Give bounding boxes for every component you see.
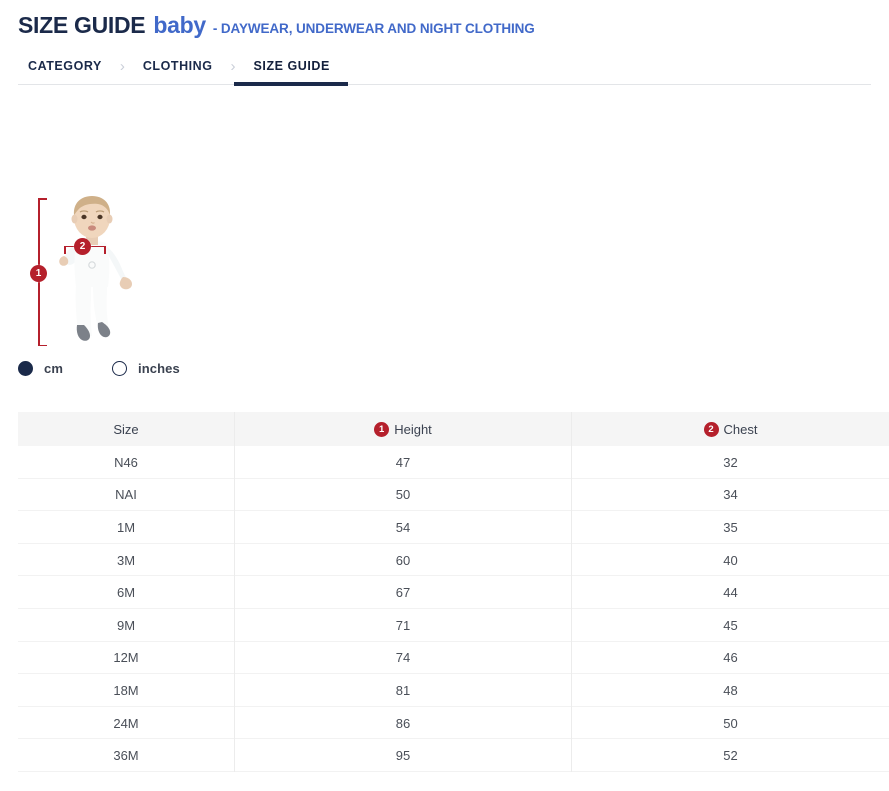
size-cell: 24M [18,707,235,740]
page-title-brand: baby [153,12,205,39]
size-guide-page: SIZE GUIDE baby - DAYWEAR, UNDERWEAR AND… [0,0,889,791]
breadcrumb-item-size-guide[interactable]: SIZE GUIDE [244,50,340,82]
height-cell: 67 [235,576,572,609]
size-cell: NAI [18,479,235,512]
chest-cell: 34 [572,479,889,512]
height-cell: 74 [235,642,572,675]
active-tab-indicator [234,82,348,86]
height-cell: 86 [235,707,572,740]
unit-label-inches: inches [138,361,180,376]
unit-option-cm[interactable]: cm [18,361,63,376]
size-cell: N46 [18,446,235,479]
unit-option-inches[interactable]: inches [112,361,180,376]
chest-cell: 32 [572,446,889,479]
table-row: NAI5034 [18,479,889,512]
column-header-size: Size [18,412,235,446]
page-title: SIZE GUIDE baby - DAYWEAR, UNDERWEAR AND… [18,12,535,39]
radio-inches[interactable] [112,361,127,376]
column-header-height-label: Height [394,422,432,437]
chest-cell: 46 [572,642,889,675]
table-row: 6M6744 [18,576,889,609]
table-header-row: Size 1 Height 2 Chest [18,412,889,446]
size-cell: 18M [18,674,235,707]
size-cell: 6M [18,576,235,609]
marker-2-badge-header: 2 [704,422,719,437]
marker-2-badge: 2 [74,238,91,255]
chest-cell: 44 [572,576,889,609]
marker-1-badge-header: 1 [374,422,389,437]
height-cell: 81 [235,674,572,707]
chest-cell: 52 [572,739,889,772]
column-header-chest: 2 Chest [572,412,889,446]
size-cell: 9M [18,609,235,642]
table-body: N464732NAI50341M54353M60406M67449M714512… [18,446,889,772]
column-header-height: 1 Height [235,412,572,446]
table-row: 1M5435 [18,511,889,544]
chest-cell: 35 [572,511,889,544]
chevron-right-icon: › [112,50,133,82]
chest-cell: 50 [572,707,889,740]
chest-line-cap-right [104,246,106,254]
height-cell: 50 [235,479,572,512]
height-cell: 60 [235,544,572,577]
height-cell: 71 [235,609,572,642]
chest-cell: 45 [572,609,889,642]
size-cell: 36M [18,739,235,772]
baby-photo [46,193,138,348]
height-cell: 54 [235,511,572,544]
breadcrumb-item-clothing[interactable]: CLOTHING [133,50,223,82]
page-subtitle: - DAYWEAR, UNDERWEAR AND NIGHT CLOTHING [213,21,535,36]
height-cell: 47 [235,446,572,479]
size-cell: 1M [18,511,235,544]
unit-label-cm: cm [44,361,63,376]
size-cell: 12M [18,642,235,675]
marker-1-badge: 1 [30,265,47,282]
breadcrumb: CATEGORY › CLOTHING › SIZE GUIDE [18,50,340,82]
breadcrumb-item-category[interactable]: CATEGORY [18,50,112,82]
table-row: 9M7145 [18,609,889,642]
column-header-chest-label: Chest [724,422,758,437]
page-title-main: SIZE GUIDE [18,12,145,39]
table-row: 24M8650 [18,707,889,740]
chest-cell: 48 [572,674,889,707]
breadcrumb-divider [18,84,871,85]
size-table: Size 1 Height 2 Chest N464732NAI50341M54… [18,412,889,772]
chest-cell: 40 [572,544,889,577]
chevron-right-icon: › [223,50,244,82]
column-header-size-label: Size [113,422,138,437]
height-cell: 95 [235,739,572,772]
table-row: 3M6040 [18,544,889,577]
height-line-cap-bottom [38,345,47,347]
size-cell: 3M [18,544,235,577]
unit-selector: cm inches [18,357,180,379]
radio-cm[interactable] [18,361,33,376]
table-row: 18M8148 [18,674,889,707]
table-row: 12M7446 [18,642,889,675]
table-row: N464732 [18,446,889,479]
table-row: 36M9552 [18,739,889,772]
